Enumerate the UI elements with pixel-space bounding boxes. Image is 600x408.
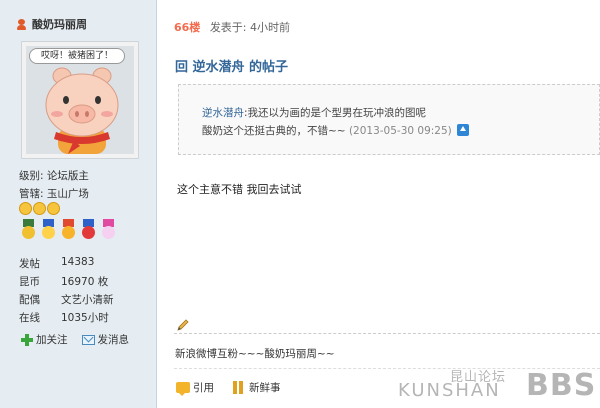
stat-key: 昆币	[19, 276, 40, 288]
news-action[interactable]: 新鲜事	[233, 380, 281, 395]
stat-value: 文艺小清新	[61, 294, 114, 306]
medals-row-1	[19, 219, 118, 239]
stat-spouse: 配偶 文艺小清新	[19, 292, 114, 307]
smiley-star-icon	[19, 202, 32, 215]
level-label: 级别:	[19, 170, 44, 182]
rank-stars	[19, 202, 60, 215]
quote-button[interactable]: 引用	[193, 380, 214, 395]
quote-action[interactable]: 引用	[176, 380, 214, 396]
watermark-en: KUNSHAN	[398, 380, 501, 401]
quote-icon	[176, 382, 190, 396]
send-message-button[interactable]: 发消息	[98, 332, 130, 347]
news-icon	[233, 381, 245, 394]
stat-key: 在线	[19, 312, 40, 324]
quote-text-1: :我还以为画的是个型男在玩冲浪的图呢	[244, 107, 427, 119]
quote-line-1: 逆水潜舟:我还以为画的是个型男在玩冲浪的图呢	[202, 105, 426, 120]
news-button[interactable]: 新鲜事	[249, 380, 281, 395]
stat-value: 1035小时	[61, 312, 109, 324]
level-field: 级别: 论坛版主	[19, 168, 89, 183]
watermark-bbs: BBS	[526, 368, 597, 403]
signature: 新浪微博互粉~~~酸奶玛丽周~~	[175, 348, 335, 360]
smiley-star-icon	[33, 202, 46, 215]
post-title: 回 逆水潜舟 的帖子	[175, 60, 289, 75]
follow-button[interactable]: 加关注	[36, 332, 68, 347]
quote-time: (2013-05-30 09:25)	[348, 125, 452, 137]
avatar[interactable]: 哎呀！被猪困了！	[21, 41, 139, 159]
stat-value: 16970 枚	[61, 276, 109, 288]
smiley-star-icon	[47, 202, 60, 215]
medal-icon[interactable]	[19, 219, 38, 239]
stat-key: 发帖	[19, 258, 40, 270]
username[interactable]: 酸奶玛丽周	[32, 16, 87, 32]
medal-icon[interactable]	[79, 219, 98, 239]
stat-value[interactable]: 14383	[61, 256, 94, 271]
plus-icon	[21, 333, 33, 346]
stat-online: 在线 1035小时	[19, 310, 109, 325]
stat-coins: 昆币 16970 枚	[19, 274, 108, 289]
reply-text: 这个主意不错 我回去试试	[177, 183, 302, 196]
medal-icon[interactable]	[39, 219, 58, 239]
jump-to-post-icon[interactable]	[457, 124, 470, 136]
manage-value[interactable]: 玉山广场	[47, 188, 89, 200]
quote-block: 逆水潜舟:我还以为画的是个型男在玩冲浪的图呢 酸奶这个还挺古典的，不错~~ (2…	[178, 84, 600, 155]
pencil-icon	[177, 319, 189, 331]
manage-field: 管辖: 玉山广场	[19, 186, 89, 201]
stat-key: 配偶	[19, 294, 40, 306]
post-time: 发表于: 4小时前	[209, 21, 291, 34]
username-row[interactable]: 酸奶玛丽周	[17, 16, 87, 32]
medal-icon[interactable]	[59, 219, 78, 239]
quote-author[interactable]: 逆水潜舟	[202, 107, 244, 119]
site-watermark: 昆山论坛 KUNSHAN BBS	[398, 366, 600, 408]
floor-number[interactable]: 66楼	[174, 21, 200, 34]
user-actions: 加关注 发消息	[21, 332, 129, 347]
medal-icon[interactable]	[99, 219, 118, 239]
message-icon	[81, 334, 95, 345]
user-icon	[17, 18, 26, 30]
manage-label: 管辖:	[19, 188, 44, 200]
stat-posts: 发帖 14383	[19, 256, 94, 271]
level-value: 论坛版主	[46, 170, 89, 182]
quote-line-2: 酸奶这个还挺古典的，不错~~ (2013-05-30 09:25)	[202, 123, 470, 138]
user-sidebar: 酸奶玛丽周 哎呀！被猪困了！ 级别: 论坛版主 管辖: 玉山广场 发帖 1438…	[0, 0, 157, 408]
signature-divider	[174, 333, 600, 334]
post-meta: 66楼 发表于: 4小时前	[174, 19, 290, 35]
quote-text-2: 酸奶这个还挺古典的，不错~~	[202, 125, 346, 137]
pig-illustration	[45, 67, 119, 154]
